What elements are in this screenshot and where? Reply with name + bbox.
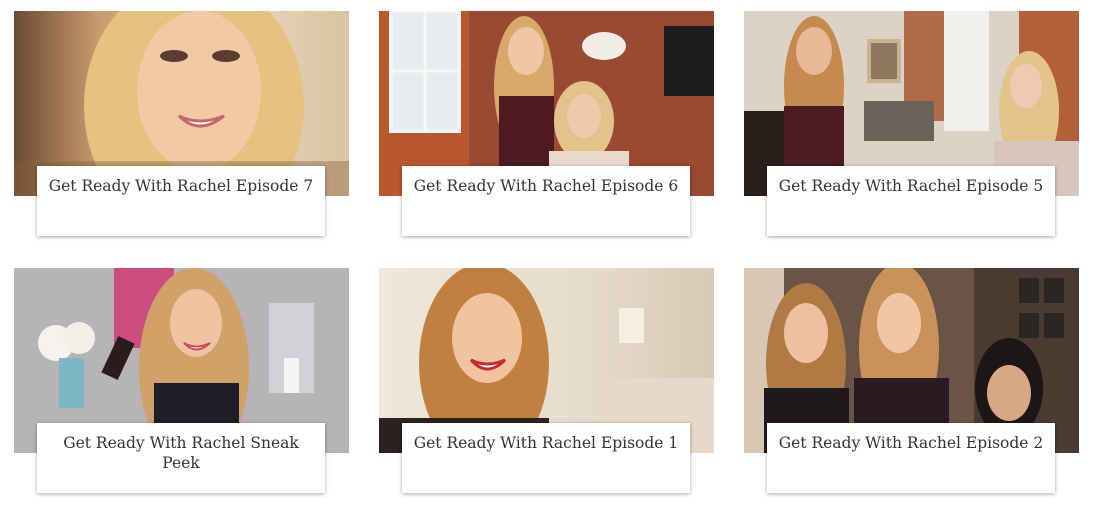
video-title[interactable]: Get Ready With Rachel Episode 1: [402, 423, 690, 493]
video-card-episode-5[interactable]: Get Ready With Rachel Episode 5: [744, 11, 1079, 241]
video-grid: Get Ready With Rachel Episode 7 Get Read…: [0, 0, 1096, 507]
video-card-sneak-peek[interactable]: Get Ready With Rachel Sneak Peek: [14, 268, 349, 498]
video-card-episode-1[interactable]: Get Ready With Rachel Episode 1: [379, 268, 714, 498]
video-title[interactable]: Get Ready With Rachel Episode 5: [767, 166, 1055, 236]
video-card-episode-2[interactable]: Get Ready With Rachel Episode 2: [744, 268, 1079, 498]
video-title[interactable]: Get Ready With Rachel Episode 7: [37, 166, 325, 236]
video-card-episode-7[interactable]: Get Ready With Rachel Episode 7: [14, 11, 349, 241]
video-title[interactable]: Get Ready With Rachel Sneak Peek: [37, 423, 325, 493]
video-card-episode-6[interactable]: Get Ready With Rachel Episode 6: [379, 11, 714, 241]
video-title[interactable]: Get Ready With Rachel Episode 6: [402, 166, 690, 236]
video-title[interactable]: Get Ready With Rachel Episode 2: [767, 423, 1055, 493]
